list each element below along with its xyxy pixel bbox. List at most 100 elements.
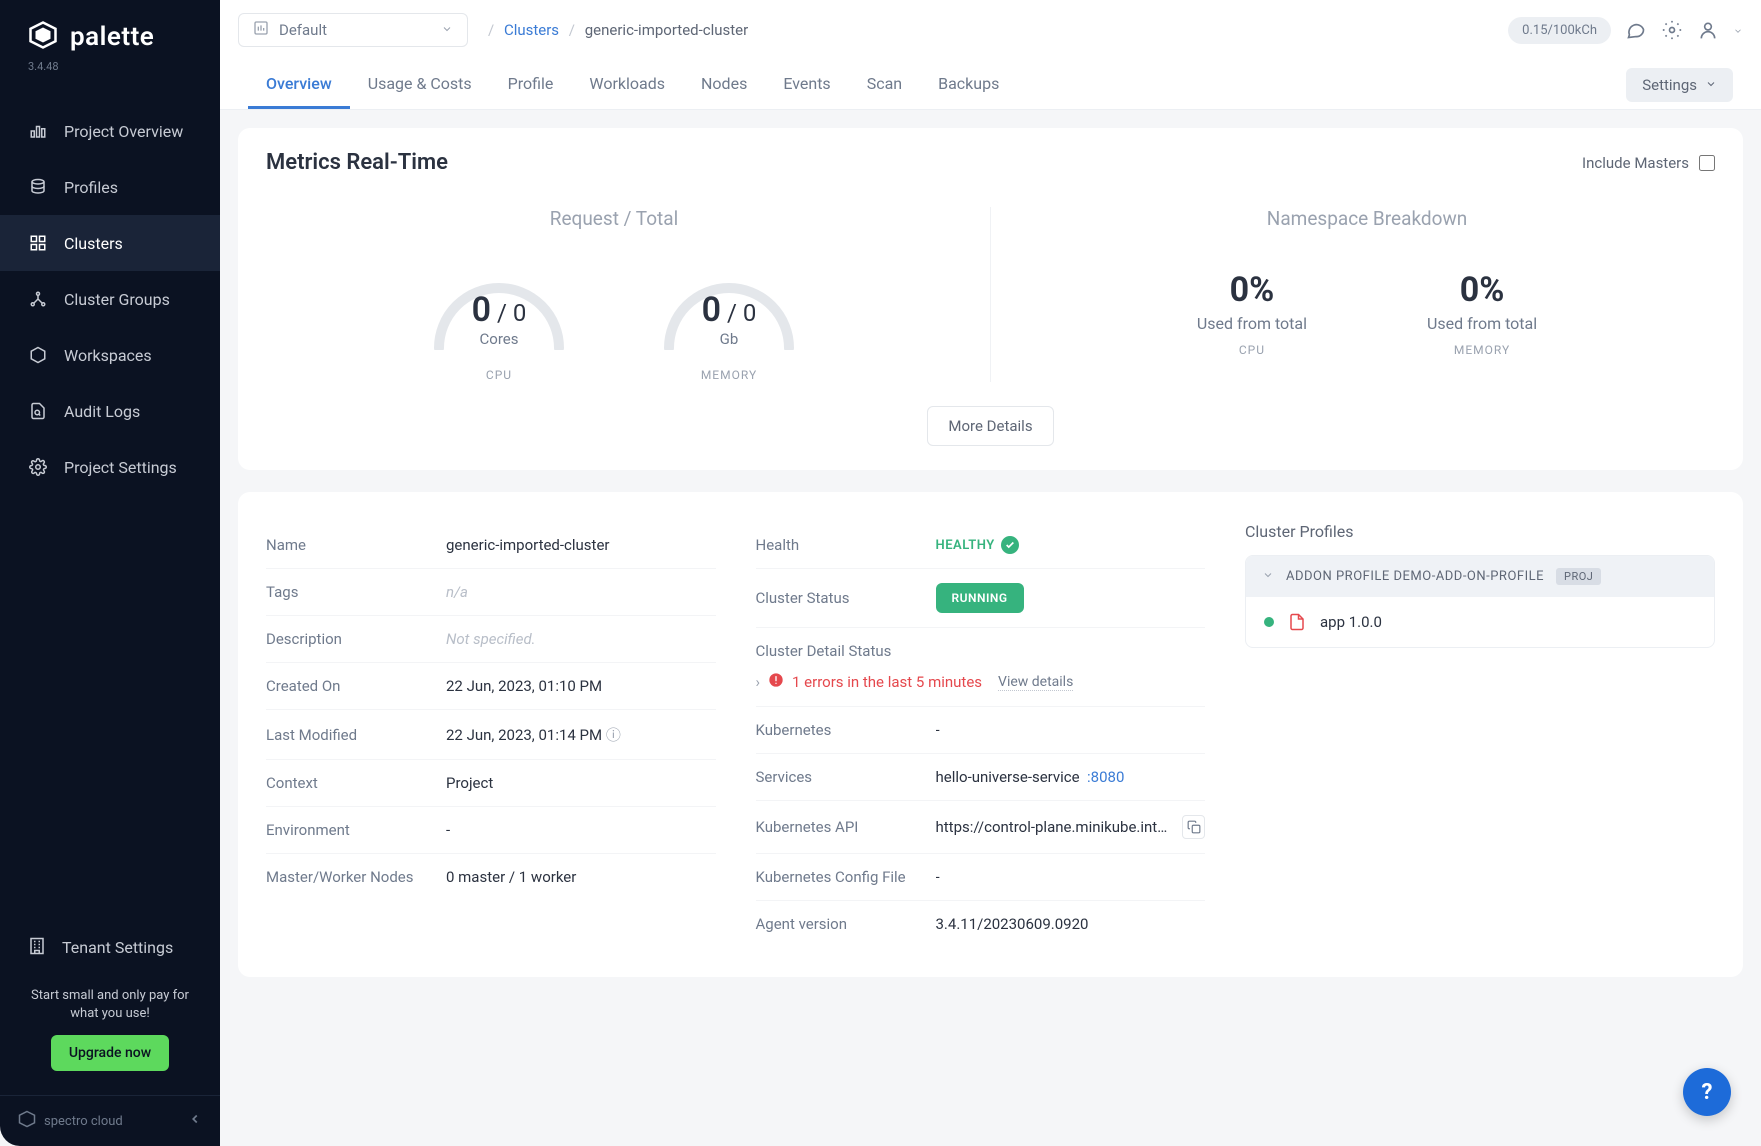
cpu-gauge: 0 / 0 Cores CPU: [424, 260, 574, 382]
sidebar-item-profiles[interactable]: Profiles: [0, 159, 220, 215]
namespace-breakdown-column: Namespace Breakdown 0% Used from total C…: [991, 207, 1743, 382]
chart-icon: [28, 121, 48, 141]
tenant-settings[interactable]: Tenant Settings: [0, 919, 220, 977]
sidebar-item-cluster-groups[interactable]: Cluster Groups: [0, 271, 220, 327]
tab-usage-costs[interactable]: Usage & Costs: [350, 60, 490, 109]
kubernetes-label: Kubernetes: [756, 721, 926, 739]
include-masters-toggle[interactable]: Include Masters: [1582, 154, 1715, 172]
cluster-profiles-panel: Cluster Profiles ADDON PROFILE DEMO-ADD-…: [1245, 522, 1715, 947]
hexagon-icon: [28, 345, 48, 365]
credit-pill: 0.15/100kCh: [1508, 17, 1611, 44]
sidebar-item-label: Cluster Groups: [64, 290, 170, 309]
error-circle-icon: [768, 672, 784, 692]
tenant-settings-label: Tenant Settings: [62, 938, 173, 957]
tab-workloads[interactable]: Workloads: [571, 60, 683, 109]
sidebar-item-project-overview[interactable]: Project Overview: [0, 103, 220, 159]
last-modified-label: Last Modified: [266, 726, 436, 744]
sidebar-item-label: Project Settings: [64, 458, 177, 477]
gear-icon: [28, 457, 48, 477]
help-fab[interactable]: ?: [1683, 1068, 1731, 1116]
kubernetes-api-value: https://control-plane.minikube.intern...: [936, 815, 1206, 839]
content: Metrics Real-Time Include Masters Reques…: [220, 110, 1761, 1146]
master-worker-label: Master/Worker Nodes: [266, 868, 436, 886]
environment-label: Environment: [266, 821, 436, 839]
tab-overview[interactable]: Overview: [248, 60, 350, 109]
ns-mem-label: MEMORY: [1454, 343, 1510, 357]
context-label: Context: [266, 774, 436, 792]
breadcrumb-clusters-link[interactable]: Clusters: [504, 21, 559, 39]
request-total-title: Request / Total: [550, 207, 678, 230]
tab-backups[interactable]: Backups: [920, 60, 1017, 109]
check-circle-icon: [1001, 536, 1019, 554]
more-details-button[interactable]: More Details: [927, 406, 1053, 446]
tab-events[interactable]: Events: [765, 60, 848, 109]
bar-chart-icon: [253, 20, 269, 40]
palette-logo-icon: [28, 20, 58, 54]
status-badge: RUNNING: [936, 583, 1024, 613]
cpu-gauge-value: 0 / 0: [472, 290, 527, 330]
upgrade-box: Start small and only pay for what you us…: [0, 977, 220, 1095]
ns-mem-sub: Used from total: [1427, 314, 1537, 333]
settings-dropdown[interactable]: Settings: [1626, 68, 1733, 102]
ns-cpu-stat: 0% Used from total CPU: [1197, 270, 1307, 357]
sidebar-item-audit-logs[interactable]: Audit Logs: [0, 383, 220, 439]
topbar: Default / Clusters / generic-imported-cl…: [220, 0, 1761, 60]
info-middle-column: Health HEALTHY Cluster Status RUNNING Cl…: [756, 522, 1206, 947]
sidebar-item-label: Clusters: [64, 234, 123, 253]
app-name: palette: [70, 22, 154, 52]
copy-button[interactable]: [1182, 815, 1205, 839]
cpu-gauge-unit: Cores: [480, 330, 519, 348]
namespace-title: Namespace Breakdown: [1267, 207, 1467, 230]
agent-version-label: Agent version: [756, 915, 926, 933]
info-icon[interactable]: ⓘ: [606, 726, 621, 744]
tab-nodes[interactable]: Nodes: [683, 60, 765, 109]
description-label: Description: [266, 630, 436, 648]
view-details-link[interactable]: View details: [998, 674, 1073, 691]
name-label: Name: [266, 536, 436, 554]
cluster-status-label: Cluster Status: [756, 589, 926, 607]
upgrade-button[interactable]: Upgrade now: [51, 1035, 169, 1071]
project-selector[interactable]: Default: [238, 13, 468, 47]
spectro-cloud-bar: spectro cloud: [0, 1095, 220, 1146]
kubernetes-config-label: Kubernetes Config File: [756, 868, 926, 886]
ns-cpu-value: 0%: [1230, 270, 1275, 310]
sidebar-item-label: Audit Logs: [64, 402, 140, 421]
cluster-detail-status-label: Cluster Detail Status: [756, 642, 892, 660]
sidebar-item-clusters[interactable]: Clusters: [0, 215, 220, 271]
include-masters-checkbox[interactable]: [1699, 155, 1715, 171]
include-masters-label: Include Masters: [1582, 154, 1689, 172]
kubernetes-config-value: -: [936, 868, 1206, 886]
cpu-gauge-label: CPU: [486, 368, 512, 382]
memory-gauge-unit: Gb: [720, 330, 739, 348]
proj-badge: PROJ: [1556, 568, 1601, 585]
upgrade-text: Start small and only pay for what you us…: [18, 987, 202, 1023]
context-value: Project: [446, 774, 716, 792]
user-menu[interactable]: [1697, 19, 1719, 41]
created-on-value: 22 Jun, 2023, 01:10 PM: [446, 677, 716, 695]
logo: palette: [0, 0, 220, 60]
ns-mem-stat: 0% Used from total MEMORY: [1427, 270, 1537, 357]
name-value: generic-imported-cluster: [446, 536, 716, 554]
sidebar-item-project-settings[interactable]: Project Settings: [0, 439, 220, 495]
collapse-sidebar-button[interactable]: [188, 1112, 202, 1130]
spectro-label: spectro cloud: [44, 1114, 123, 1129]
ns-cpu-label: CPU: [1239, 343, 1265, 357]
ns-cpu-sub: Used from total: [1197, 314, 1307, 333]
settings-gear-icon[interactable]: [1661, 19, 1683, 41]
kubernetes-value: -: [936, 721, 1206, 739]
last-modified-value: 22 Jun, 2023, 01:14 PM ⓘ: [446, 724, 716, 745]
main: Default / Clusters / generic-imported-cl…: [220, 0, 1761, 1146]
chevron-right-icon[interactable]: ›: [756, 673, 761, 691]
chat-icon[interactable]: [1625, 19, 1647, 41]
sidebar-item-workspaces[interactable]: Workspaces: [0, 327, 220, 383]
profile-item[interactable]: app 1.0.0: [1246, 597, 1714, 647]
services-label: Services: [756, 768, 926, 786]
service-port-link[interactable]: :8080: [1087, 768, 1124, 786]
tab-scan[interactable]: Scan: [849, 60, 920, 109]
tab-profile[interactable]: Profile: [490, 60, 572, 109]
ns-mem-value: 0%: [1460, 270, 1505, 310]
status-dot-icon: [1264, 617, 1274, 627]
profile-header[interactable]: ADDON PROFILE DEMO-ADD-ON-PROFILE PROJ: [1246, 556, 1714, 597]
file-search-icon: [28, 401, 48, 421]
tags-value: n/a: [446, 583, 716, 601]
